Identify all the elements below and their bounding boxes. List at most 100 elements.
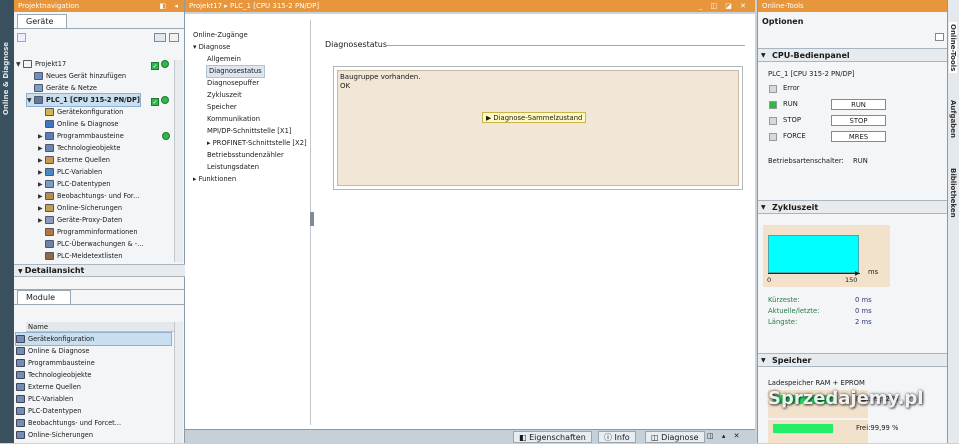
tree-item[interactable]: Gerätekonfiguration [38,106,123,118]
menu-item[interactable]: ▸ Funktionen [193,174,236,185]
tree-item[interactable]: Geräte & Netze [27,82,97,94]
tab-aufgaben-vertical[interactable]: Aufgaben [949,100,957,138]
tick-150: 150 [845,276,858,284]
window-controls[interactable]: _ ◫ ◪ ✕ [699,0,749,12]
tree-item[interactable]: PLC-Meldetextlisten [38,250,122,262]
tree-item-label: PLC-Überwachungen & -... [57,240,144,248]
status-line-1: Baugruppe vorhanden. [340,73,421,81]
inspector-controls[interactable]: ◫ ▴ ✕ [707,432,742,440]
mode-switch-value: RUN [853,157,868,165]
tree-item[interactable]: ▶ Programmbausteine [38,130,124,142]
detail-list-item[interactable]: Gerätekonfiguration [15,332,172,346]
detail-list-item[interactable]: Beobachtungs- und Forcet... [16,417,171,429]
memory-header[interactable]: Speicher [758,353,948,367]
menu-item[interactable]: Leistungsdaten [207,162,259,173]
tree-item[interactable]: ▶ Externe Quellen [38,154,110,166]
splitter-handle[interactable] [310,212,314,226]
tree-item[interactable]: Online & Diagnose [38,118,118,130]
tree-item[interactable]: Programminformationen [38,226,138,238]
detail-list-item[interactable]: Technologieobjekte [16,369,171,381]
view-toggle-icon[interactable] [154,33,166,42]
column-header-name[interactable]: Name [26,322,174,332]
tree-item-project[interactable]: ▼ Projekt17 [16,58,66,70]
tree-item[interactable]: ▶ Geräte-Proxy-Daten [38,214,122,226]
tree-item-label: Geräte & Netze [46,84,97,92]
menu-item[interactable]: Diagnosepuffer [207,78,259,89]
detail-list-item[interactable]: Externe Quellen [16,381,171,393]
watermark: Sprzedajemy.pl [768,388,924,409]
detail-scrollbar[interactable] [174,322,183,443]
tree-item[interactable]: PLC-Überwachungen & -... [38,238,143,250]
detail-list-item[interactable]: Online-Sicherungen [16,429,171,441]
tree-item-label: Geräte-Proxy-Daten [57,216,123,224]
tree-item-label: Gerätekonfiguration [57,108,124,116]
detail-item-label: Externe Quellen [28,383,81,391]
tree-item-icon [45,204,54,212]
menu-item[interactable]: Diagnosestatus [206,65,265,78]
detail-item-label: Online-Sicherungen [28,431,94,439]
left-vertical-tab[interactable]: Online & Diagnose [0,0,14,443]
status-led-icon [769,133,777,141]
tab-online-tools-vertical[interactable]: Online-Tools [949,22,957,74]
tree-item[interactable]: ▶ Beobachtungs- und For... [38,190,139,202]
cycle-time-chart: ▶ 0 150 [763,225,890,287]
cpu-panel-header[interactable]: CPU-Bedienpanel [758,48,948,62]
expand-icon[interactable]: ▼ [27,95,34,107]
panel-icon[interactable] [935,33,944,41]
tree-scrollbar[interactable] [174,60,183,262]
menu-item[interactable]: Kommunikation [207,114,260,125]
tab-geraete[interactable]: Geräte [17,14,67,28]
module-icon [16,419,25,427]
cpu-mode-button[interactable]: MRES [831,131,886,142]
detail-list-item[interactable]: PLC-Variablen [16,393,171,405]
status-led-icon [769,85,777,93]
tree-item-label: Externe Quellen [57,156,110,164]
tree-item-icon [45,108,54,116]
cpu-status-label: STOP [783,116,801,124]
tree-item[interactable]: ▶ PLC-Datentypen [38,178,110,190]
tree-item[interactable]: ▶ Technologieobjekte [38,142,121,154]
cycle-label: Kürzeste: [768,296,800,304]
tree-item-icon [45,252,54,260]
tab-diagnose[interactable]: ◫ Diagnose [645,431,705,443]
tree-item[interactable]: ▶ Online-Sicherungen [38,202,122,214]
programmbausteine-status-icon [162,132,170,142]
table-view-icon[interactable] [169,33,179,42]
diagnose-status-box: Baugruppe vorhanden. OK ▶ Diagnose-Samme… [333,66,743,190]
detail-list-item[interactable]: Programmbausteine [16,357,171,369]
diagnose-icon: ◫ [651,433,662,442]
tab-info[interactable]: ⓘ Info [598,431,636,443]
menu-item[interactable]: Allgemein [207,54,241,65]
menu-item[interactable]: Speicher [207,102,237,113]
tree-item[interactable]: Neues Gerät hinzufügen [27,70,126,82]
tab-module[interactable]: Module [17,290,71,304]
detail-list-item[interactable]: Online & Diagnose [16,345,171,357]
detail-item-label: Programmbausteine [28,359,95,367]
menu-item[interactable]: MPI/DP-Schnittstelle [X1] [207,126,292,137]
expand-icon[interactable]: ▼ [16,59,23,71]
cycle-values: Kürzeste: 0 ms Aktuelle/letzte: 0 ms Längste… [758,296,948,332]
tree-item-icon [34,96,43,104]
cpu-mode-button[interactable]: STOP [831,115,886,126]
tree-item-label: PLC-Meldetextlisten [57,252,123,260]
task-card-strip: Online-Tools Aufgaben Bibliotheken [947,0,959,443]
new-folder-icon[interactable] [17,33,26,42]
panel-controls[interactable]: ◧ ◂ [160,0,181,12]
detail-list-item[interactable]: PLC-Datentypen [16,405,171,417]
memory-chart-2 [768,420,868,443]
menu-item[interactable]: Zykluszeit [207,90,242,101]
menu-item[interactable]: ▾ Diagnose [193,42,230,53]
tree-item-icon [45,168,54,176]
menu-item[interactable]: Betriebsstundenzähler [207,150,284,161]
menu-item[interactable]: Online-Zugänge [193,30,248,41]
tree-item[interactable]: ▶ PLC-Variablen [38,166,102,178]
tab-bibliotheken-vertical[interactable]: Bibliotheken [949,168,957,218]
detail-view-header[interactable]: ▼ Detailansicht [14,264,185,277]
tree-item-label: Online-Sicherungen [57,204,123,212]
cycle-time-header[interactable]: Zykluszeit [758,200,948,214]
tab-eigenschaften[interactable]: ◧ Eigenschaften [513,431,592,443]
cpu-mode-button[interactable]: RUN [831,99,886,110]
menu-item[interactable]: ▸ PROFINET-Schnittstelle [X2] [207,138,307,149]
tree-item[interactable]: ▼ PLC_1 [CPU 315-2 PN/DP] [26,93,141,107]
tree-item-icon [45,240,54,248]
